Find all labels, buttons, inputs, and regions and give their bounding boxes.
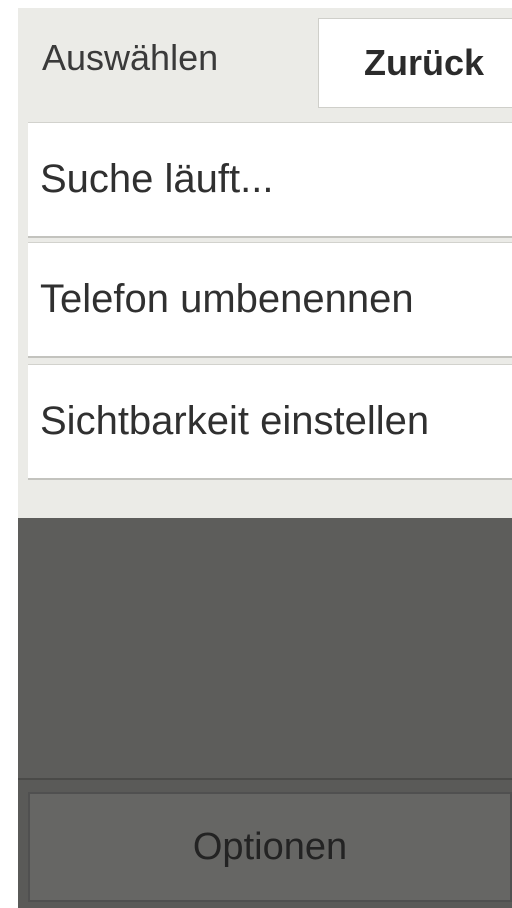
back-button[interactable]: Zurück xyxy=(318,18,512,108)
menu-title: Auswählen xyxy=(42,37,219,78)
menu-item-set-visibility[interactable]: Sichtbarkeit einstellen xyxy=(28,364,512,480)
menu-item-searching[interactable]: Suche läuft... xyxy=(28,122,512,238)
menu-item-rename-phone[interactable]: Telefon umbenennen xyxy=(28,242,512,358)
options-menu-panel: Auswählen Zurück Suche läuft... Telefon … xyxy=(18,8,512,518)
options-button[interactable]: Optionen xyxy=(28,792,512,902)
screen: Auswählen Zurück Suche läuft... Telefon … xyxy=(0,0,512,908)
